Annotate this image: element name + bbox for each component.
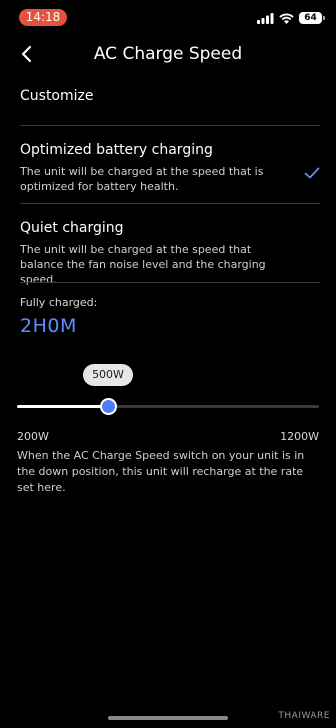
status-time: 14:18	[19, 9, 67, 26]
divider	[20, 203, 320, 204]
option-title: Optimized battery charging	[20, 142, 213, 158]
fully-charged-value: 2H0M	[20, 315, 77, 337]
slider-min-label: 200W	[17, 430, 49, 443]
wifi-icon	[279, 9, 294, 28]
section-label-customize: Customize	[20, 88, 94, 104]
info-text: When the AC Charge Speed switch on your …	[17, 449, 305, 494]
option-optimized-charging[interactable]: Optimized battery charging The unit will…	[20, 140, 320, 194]
home-indicator[interactable]	[108, 716, 228, 720]
option-description: The unit will be charged at the speed th…	[20, 165, 264, 193]
slider-thumb[interactable]	[100, 398, 117, 415]
check-icon	[304, 164, 320, 183]
status-icons: 64	[257, 9, 325, 28]
divider	[20, 282, 320, 283]
fully-charged-label: Fully charged:	[20, 296, 98, 309]
page-title: AC Charge Speed	[93, 44, 243, 64]
option-quiet-charging[interactable]: Quiet charging The unit will be charged …	[20, 218, 320, 287]
option-title: Quiet charging	[20, 220, 124, 236]
option-description: The unit will be charged at the speed th…	[20, 243, 266, 286]
battery-icon: 64	[299, 12, 325, 24]
slider-fill	[17, 405, 108, 408]
charge-speed-slider[interactable]	[17, 398, 319, 415]
watermark: THAIWARE	[278, 711, 330, 721]
status-bar: 14:18 64	[0, 0, 336, 36]
divider	[20, 125, 320, 126]
slider-max-label: 1200W	[280, 430, 319, 443]
slider-value-tooltip: 500W	[83, 364, 133, 386]
signal-icon	[257, 9, 274, 28]
